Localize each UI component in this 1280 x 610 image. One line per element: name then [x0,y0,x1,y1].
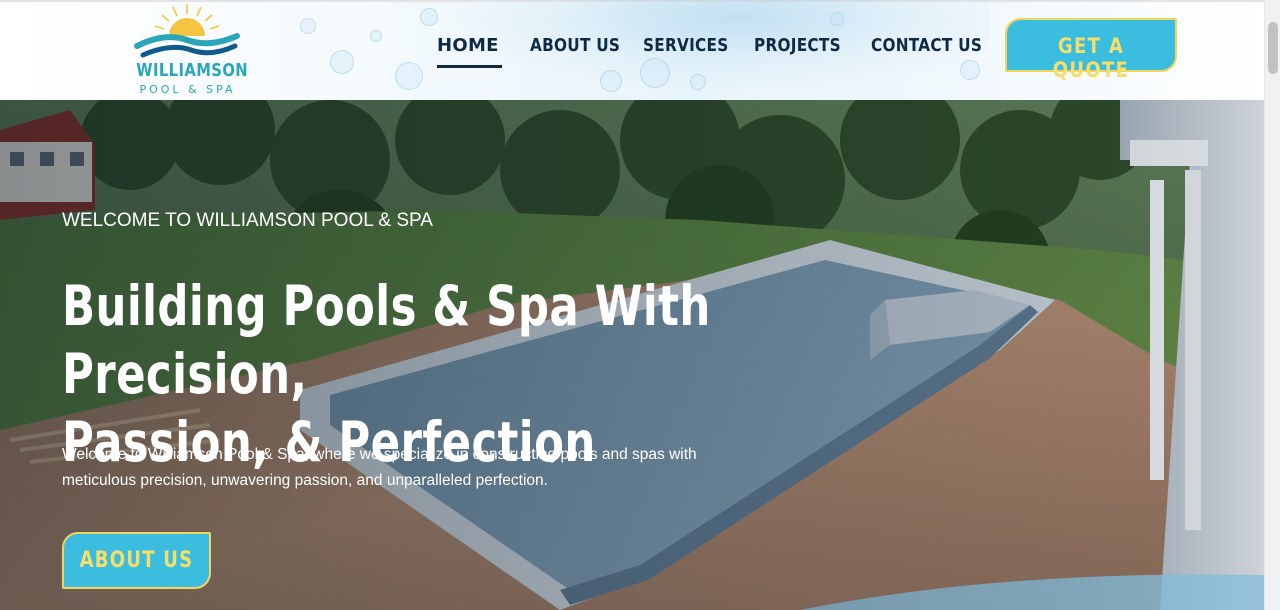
get-a-quote-button[interactable]: GET A QUOTE [1005,18,1177,82]
bubble-decoration [300,18,316,34]
sun-wave-logo-icon [134,4,240,58]
site-header: WILLIAMSON POOL & SPA HOME ABOUT US SERV… [0,0,1264,100]
logo-name: WILLIAMSON [136,60,249,81]
scrollbar-thumb[interactable] [1268,22,1278,74]
hero-section: WELCOME TO WILLIAMSON POOL & SPA Buildin… [0,100,1264,610]
bubble-decoration [420,8,438,26]
bubble-decoration [395,62,423,90]
bubble-decoration [830,12,844,26]
hero-title-line-1: Building Pools & Spa With Precision, [62,274,711,406]
hero-description: Welcome to Williamson Pool & Spa, where … [62,446,697,489]
nav-item-projects[interactable]: PROJECTS [754,34,841,68]
nav-item-contact-us[interactable]: CONTACT US [871,34,982,68]
about-us-button-label: ABOUT US [79,548,194,573]
bubble-decoration [600,70,622,92]
page-scrollbar[interactable] [1264,0,1280,610]
about-us-button[interactable]: ABOUT US [62,532,211,589]
bubble-decoration [370,30,382,42]
bubble-decoration [690,74,706,90]
nav-item-home[interactable]: HOME [437,34,502,68]
hero-eyebrow: WELCOME TO WILLIAMSON POOL & SPA [62,210,433,231]
logo-tagline: POOL & SPA [139,83,236,96]
get-a-quote-label: GET A QUOTE [1052,34,1130,82]
bubble-decoration [330,50,354,74]
nav-item-services[interactable]: SERVICES [643,34,729,68]
nav-item-about-us[interactable]: ABOUT US [530,34,620,68]
site-logo[interactable]: WILLIAMSON POOL & SPA [125,2,250,98]
